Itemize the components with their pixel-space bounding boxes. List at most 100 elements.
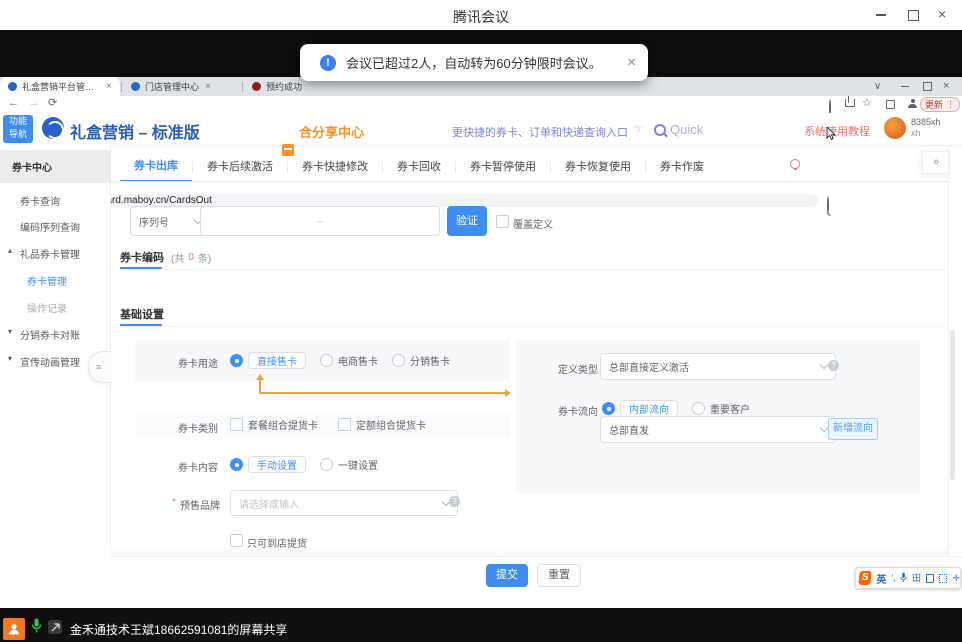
tab-title: 礼盒营销平台管理中心 xyxy=(22,80,100,93)
group-collapse-icon[interactable]: ▾ xyxy=(8,354,12,363)
browser-minimize-icon[interactable] xyxy=(901,86,909,87)
usage-options: 直接售卡 电商售卡 分销售卡 xyxy=(230,352,450,369)
checkbox-package-combo-card[interactable]: 套餐组合提货卡 xyxy=(230,417,318,432)
tab-close-icon[interactable]: × xyxy=(106,81,112,92)
help-icon[interactable]: ? xyxy=(828,360,839,371)
tab-card-quick-edit[interactable]: 券卡快捷修改 xyxy=(288,153,382,181)
basic-rule xyxy=(120,326,948,327)
nav-line1: 功能 xyxy=(3,115,33,128)
ime-skin-icon[interactable] xyxy=(926,574,934,583)
browser-menu-dots-icon[interactable]: ⋮ xyxy=(946,99,955,110)
brand-select[interactable]: 请选择或输入 xyxy=(230,490,458,516)
override-checkbox[interactable] xyxy=(496,215,509,228)
codes-title: 券卡编码 xyxy=(120,249,164,265)
flow-arrow-right-head xyxy=(505,389,511,397)
user-sub: xh xyxy=(911,128,921,138)
usage-label: 券卡用途 xyxy=(178,355,218,370)
browser-tab-store-admin[interactable]: 门店管理中心 × xyxy=(123,77,241,96)
promo-link[interactable]: 更快捷的券卡、订单和快递查询入口 xyxy=(452,124,628,140)
ime-mic-icon[interactable] xyxy=(900,572,907,584)
bookmark-star-icon[interactable]: ☆ xyxy=(862,98,872,109)
checkbox-fixed-combo-card[interactable]: 定额组合提货卡 xyxy=(338,417,426,432)
tab-card-void[interactable]: 券卡作废 xyxy=(646,153,718,181)
ime-fullwidth-icon[interactable]: 田 xyxy=(912,574,921,583)
nav-toggle-button[interactable]: 功能 导航 xyxy=(3,115,33,143)
user-avatar[interactable] xyxy=(884,117,906,139)
browser-update-button[interactable]: 更新 ⋮ xyxy=(920,97,960,112)
radio-ecommerce-sale[interactable]: 电商售卡 xyxy=(320,353,378,368)
tab-card-suspend[interactable]: 券卡暂停使用 xyxy=(456,153,550,181)
browser-close-icon[interactable]: × xyxy=(943,81,949,91)
ime-mode-toggle[interactable]: 英 xyxy=(876,571,886,586)
ime-keyboard-icon[interactable] xyxy=(939,574,947,583)
tab-search-chevron-icon[interactable]: ∨ xyxy=(874,82,881,92)
sidebar-item-card-manage[interactable]: 券卡管理 xyxy=(27,273,67,288)
tab-card-activate[interactable]: 券卡后续激活 xyxy=(193,153,287,181)
browser-toolbar: ← → ⟳ standard.maboy.cn/CardsOut ☆ 更新 ⋮ xyxy=(0,96,962,114)
radio-icon xyxy=(230,354,243,367)
group-collapse-icon[interactable]: ▾ xyxy=(8,327,12,336)
override-label[interactable]: 覆盖定义 xyxy=(513,216,553,231)
share-icon[interactable] xyxy=(845,99,855,107)
quick-search-icon[interactable] xyxy=(654,124,666,136)
sidebar-collapse-handle[interactable]: ≡ xyxy=(88,351,111,383)
window-maximize-icon[interactable] xyxy=(908,10,919,21)
radio-distribution-sale[interactable]: 分销售卡 xyxy=(392,353,450,368)
share-center-link[interactable]: 合分享中心 xyxy=(299,122,364,141)
browser-maximize-icon[interactable] xyxy=(923,82,932,91)
add-flow-button[interactable]: 新增流向 xyxy=(828,418,878,440)
serial-type-select[interactable]: 序列号 xyxy=(130,206,210,236)
radio-direct-sale[interactable]: 直接售卡 xyxy=(230,352,306,369)
tab-close-icon[interactable]: × xyxy=(205,81,211,92)
serial-range-input[interactable]: – xyxy=(200,206,440,236)
define-type-select[interactable]: 总部直接定义激活 xyxy=(600,353,836,380)
quick-search-link[interactable]: Quick xyxy=(670,122,703,137)
reload-icon[interactable]: ⟳ xyxy=(48,98,57,109)
scrollbar-thumb[interactable] xyxy=(950,330,955,480)
sidebar-group-gift-cards[interactable]: 礼品券卡管理 xyxy=(20,246,80,261)
store-only-checkbox[interactable] xyxy=(230,534,243,547)
sidebar-title: 券卡中心 xyxy=(12,159,52,174)
window-close-icon[interactable]: × xyxy=(938,7,946,21)
forward-icon[interactable]: → xyxy=(28,98,39,109)
sidebar-group-promo-animation[interactable]: 宣传动画管理 xyxy=(20,354,80,369)
sidebar-item-code-sequence[interactable]: 编码序列查询 xyxy=(20,219,80,234)
sidebar-item-card-query[interactable]: 券卡查询 xyxy=(20,193,60,208)
form-bottom-stripe xyxy=(110,548,948,556)
update-label: 更新 xyxy=(925,98,943,111)
ime-toolbar[interactable]: S 英 ’, 田 ✛ xyxy=(855,567,961,589)
zoom-icon[interactable] xyxy=(827,196,829,215)
reset-button[interactable]: 重置 xyxy=(537,564,581,587)
tabs-more-button[interactable]: » xyxy=(922,151,950,174)
app-brand-title: 礼盒营销 – 标准版 xyxy=(70,119,200,143)
sogou-logo[interactable]: S xyxy=(858,571,872,585)
participant-video-tile[interactable] xyxy=(3,618,25,640)
toast-close-icon[interactable]: × xyxy=(627,54,636,71)
serial-type-value: 序列号 xyxy=(139,214,169,229)
tab-card-recycle[interactable]: 券卡回收 xyxy=(383,153,455,181)
group-expand-icon[interactable]: ▴ xyxy=(8,246,12,255)
window-minimize-icon[interactable] xyxy=(876,14,886,16)
tab-card-outbound[interactable]: 券卡出库 xyxy=(120,152,192,182)
submit-button[interactable]: 提交 xyxy=(486,564,528,587)
meeting-titlebar: 腾讯会议 × xyxy=(0,0,962,31)
tab-card-resume[interactable]: 券卡恢复使用 xyxy=(551,153,645,181)
sidebar-group-distribution[interactable]: 分销券卡对账 xyxy=(20,327,80,342)
radio-manual-setup[interactable]: 手动设置 xyxy=(230,456,306,473)
codes-tab[interactable]: 券卡编码 (共 0 条) xyxy=(120,249,211,265)
tutorial-link[interactable]: 系统使用教程 xyxy=(804,123,870,139)
verify-button[interactable]: 验证 xyxy=(447,206,487,236)
radio-important-customer[interactable]: 重要客户 xyxy=(692,401,750,416)
flow-select[interactable]: 总部直发 xyxy=(600,416,836,443)
radio-one-click-setup[interactable]: 一键设置 xyxy=(320,457,378,472)
ime-toolbox-icon[interactable]: ✛ xyxy=(952,574,960,583)
browser-tab-gift-admin[interactable]: 礼盒营销平台管理中心 × xyxy=(0,77,120,96)
scrollbar-track xyxy=(948,145,949,608)
radio-internal-flow[interactable]: 内部流向 xyxy=(602,400,678,417)
sidebar-item-operation-log[interactable]: 操作记录 xyxy=(27,300,67,315)
extensions-icon[interactable] xyxy=(886,100,895,109)
back-icon[interactable]: ← xyxy=(8,98,19,109)
collapse-icon: ≡ xyxy=(96,362,101,372)
help-icon[interactable]: ? xyxy=(449,496,460,507)
ime-punctuation-icon[interactable]: ’, xyxy=(891,574,896,583)
